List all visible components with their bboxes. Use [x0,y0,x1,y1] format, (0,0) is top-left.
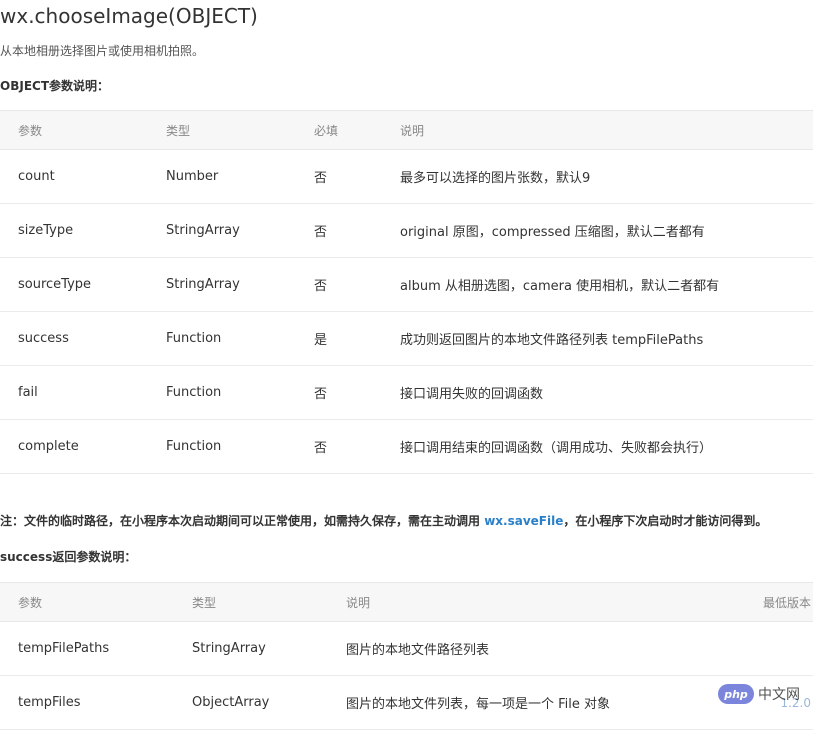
param-description: 成功则返回图片的本地文件路径列表 tempFilePaths [382,311,813,366]
note-prefix: 注：文件的临时路径，在小程序本次启动期间可以正常使用，如需持久保存，需在主动调用 [0,514,485,528]
column-header: 最低版本 [738,582,813,622]
table-row: count Number 否 最多可以选择的图片张数，默认9 [0,149,813,204]
object-params-heading: OBJECT参数说明： [0,79,110,93]
table-row: tempFiles ObjectArray 图片的本地文件列表，每一项是一个 F… [0,675,813,730]
table-row: success Function 是 成功则返回图片的本地文件路径列表 temp… [0,311,813,366]
column-header: 必填 [296,110,382,150]
success-params-table: 参数 类型 说明 最低版本 tempFilePaths StringArray … [0,582,813,730]
param-description: 接口调用失败的回调函数 [382,365,813,420]
param-type: ObjectArray [174,675,328,730]
param-name: fail [0,365,148,420]
table-row: sizeType StringArray 否 original 原图，compr… [0,203,813,258]
param-required: 是 [296,311,382,366]
column-header: 参数 [0,110,148,150]
table-header-row: 参数 类型 必填 说明 [0,110,813,150]
param-required: 否 [296,149,382,204]
param-type: Function [148,365,296,420]
php-logo-icon: php [718,684,754,704]
param-required: 否 [296,257,382,312]
object-params-table: 参数 类型 必填 说明 count Number 否 最多可以选择的图片张数，默… [0,110,813,474]
param-required: 否 [296,203,382,258]
param-type: StringArray [148,257,296,312]
param-required: 否 [296,419,382,474]
param-name: success [0,311,148,366]
table-row: complete Function 否 接口调用结束的回调函数（调用成功、失败都… [0,419,813,474]
column-header: 类型 [174,582,328,622]
table-row: tempFilePaths StringArray 图片的本地文件路径列表 [0,621,813,676]
table-row: fail Function 否 接口调用失败的回调函数 [0,365,813,420]
success-params-heading: success返回参数说明： [0,550,137,564]
param-min-version [738,621,813,676]
param-type: Function [148,419,296,474]
temp-path-note: 注：文件的临时路径，在小程序本次启动期间可以正常使用，如需持久保存，需在主动调用… [0,512,767,530]
param-description: 最多可以选择的图片张数，默认9 [382,149,813,204]
page-description: 从本地相册选择图片或使用相机拍照。 [0,44,205,58]
param-name: tempFilePaths [0,621,174,676]
save-file-link[interactable]: wx.saveFile [484,514,563,528]
table-header-row: 参数 类型 说明 最低版本 [0,582,813,622]
param-name: sizeType [0,203,148,258]
param-type: Number [148,149,296,204]
watermark-text: 中文网 [758,687,800,703]
param-description: 图片的本地文件列表，每一项是一个 File 对象 [328,675,738,730]
column-header: 参数 [0,582,174,622]
param-name: complete [0,419,148,474]
param-name: sourceType [0,257,148,312]
param-name: count [0,149,148,204]
table-row: sourceType StringArray 否 album 从相册选图，cam… [0,257,813,312]
note-suffix: ，在小程序下次启动时才能访问得到。 [563,514,768,528]
column-header: 类型 [148,110,296,150]
page-title: wx.chooseImage(OBJECT) [0,4,258,28]
column-header: 说明 [382,110,813,150]
site-watermark: php 中文网 [718,683,800,705]
param-type: StringArray [174,621,328,676]
param-required: 否 [296,365,382,420]
column-header: 说明 [328,582,738,622]
param-type: Function [148,311,296,366]
param-name: tempFiles [0,675,174,730]
param-description: original 原图，compressed 压缩图，默认二者都有 [382,203,813,258]
param-description: 图片的本地文件路径列表 [328,621,738,676]
param-type: StringArray [148,203,296,258]
param-description: album 从相册选图，camera 使用相机，默认二者都有 [382,257,813,312]
param-description: 接口调用结束的回调函数（调用成功、失败都会执行） [382,419,813,474]
